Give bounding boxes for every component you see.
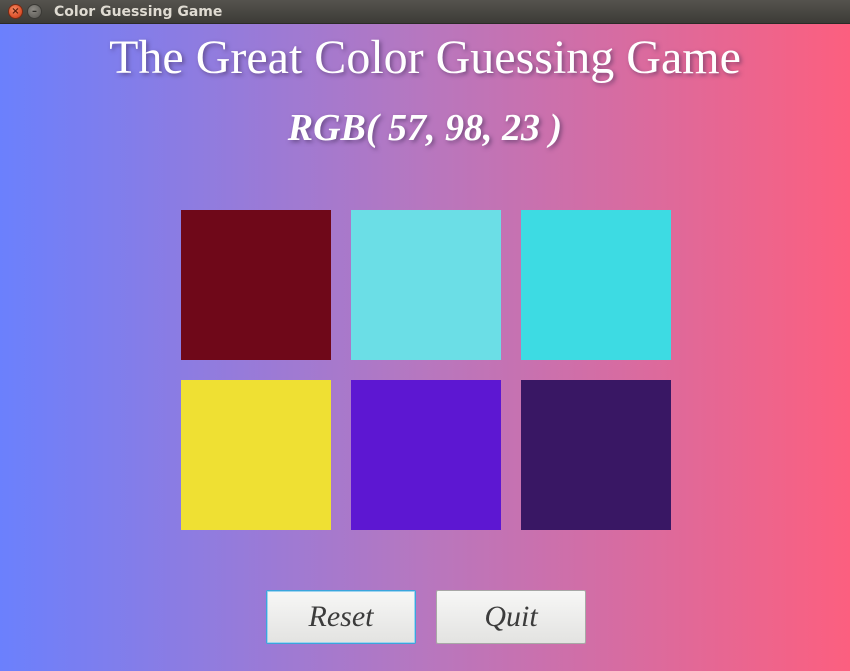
color-swatch-4[interactable] xyxy=(181,380,331,530)
game-title: The Great Color Guessing Game xyxy=(109,31,741,84)
close-window-icon[interactable]: × xyxy=(8,4,23,19)
reset-button[interactable]: Reset xyxy=(266,590,416,644)
color-swatch-5[interactable] xyxy=(351,380,501,530)
window-title: Color Guessing Game xyxy=(54,3,223,20)
color-swatch-6[interactable] xyxy=(521,380,671,530)
minimize-window-icon[interactable]: – xyxy=(27,4,42,19)
game-panel: The Great Color Guessing Game RGB( 57, 9… xyxy=(0,24,850,671)
color-swatch-1[interactable] xyxy=(181,210,331,360)
color-swatch-3[interactable] xyxy=(521,210,671,360)
title-bar: × – Color Guessing Game xyxy=(0,0,850,24)
target-rgb-label: RGB( 57, 98, 23 ) xyxy=(287,107,563,149)
app-window: × – Color Guessing Game The Great Color … xyxy=(0,0,850,671)
quit-button[interactable]: Quit xyxy=(436,590,586,644)
color-swatch-2[interactable] xyxy=(351,210,501,360)
